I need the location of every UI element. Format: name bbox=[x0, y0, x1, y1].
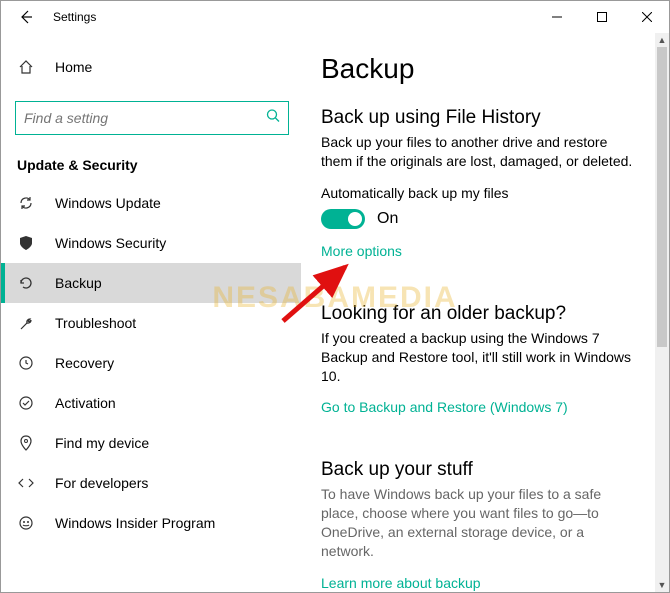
search-input[interactable] bbox=[24, 110, 258, 126]
sidebar-item-recovery[interactable]: Recovery bbox=[1, 343, 301, 383]
location-icon bbox=[17, 435, 35, 451]
sidebar-item-label: Backup bbox=[55, 275, 102, 291]
backup-stuff-heading: Back up your stuff bbox=[321, 459, 639, 481]
older-backup-desc: If you created a backup using the Window… bbox=[321, 329, 639, 386]
backup-icon bbox=[17, 275, 35, 291]
sidebar-item-for-developers[interactable]: For developers bbox=[1, 463, 301, 503]
back-button[interactable] bbox=[15, 9, 37, 25]
main-content: Backup Back up using File History Back u… bbox=[301, 33, 669, 592]
older-backup-link[interactable]: Go to Backup and Restore (Windows 7) bbox=[321, 399, 568, 415]
home-icon bbox=[17, 59, 35, 75]
sidebar-section-header: Update & Security bbox=[1, 145, 301, 183]
vertical-scrollbar[interactable]: ▲ ▼ bbox=[655, 33, 669, 592]
sidebar-item-windows-update[interactable]: Windows Update bbox=[1, 183, 301, 223]
scroll-thumb[interactable] bbox=[657, 47, 667, 347]
toggle-state-label: On bbox=[377, 210, 398, 228]
backup-stuff-desc: To have Windows back up your files to a … bbox=[321, 485, 639, 561]
shield-icon bbox=[17, 235, 35, 251]
scroll-up-arrow[interactable]: ▲ bbox=[655, 33, 669, 47]
file-history-desc: Back up your files to another drive and … bbox=[321, 133, 639, 171]
search-icon bbox=[266, 109, 280, 128]
more-options-link[interactable]: More options bbox=[321, 243, 402, 259]
older-backup-heading: Looking for an older backup? bbox=[321, 303, 639, 325]
minimize-button[interactable] bbox=[534, 1, 579, 33]
search-box[interactable] bbox=[15, 101, 289, 135]
recovery-icon bbox=[17, 355, 35, 371]
sidebar-item-label: For developers bbox=[55, 475, 148, 491]
sidebar-home[interactable]: Home bbox=[1, 47, 301, 87]
auto-backup-toggle[interactable] bbox=[321, 209, 365, 229]
sidebar-item-windows-security[interactable]: Windows Security bbox=[1, 223, 301, 263]
scroll-down-arrow[interactable]: ▼ bbox=[655, 578, 669, 592]
page-title: Backup bbox=[321, 53, 639, 85]
sidebar-home-label: Home bbox=[55, 59, 92, 75]
sidebar: Home Update & Security Windows Update Wi… bbox=[1, 33, 301, 592]
sidebar-item-label: Activation bbox=[55, 395, 116, 411]
sidebar-item-label: Windows Update bbox=[55, 195, 161, 211]
sync-icon bbox=[17, 195, 35, 211]
sidebar-item-insider-program[interactable]: Windows Insider Program bbox=[1, 503, 301, 543]
sidebar-item-find-my-device[interactable]: Find my device bbox=[1, 423, 301, 463]
check-circle-icon bbox=[17, 395, 35, 411]
auto-backup-label: Automatically back up my files bbox=[321, 185, 639, 201]
sidebar-item-label: Windows Security bbox=[55, 235, 166, 251]
sidebar-item-troubleshoot[interactable]: Troubleshoot bbox=[1, 303, 301, 343]
insider-icon bbox=[17, 515, 35, 531]
sidebar-item-label: Recovery bbox=[55, 355, 114, 371]
window-title: Settings bbox=[53, 10, 96, 24]
code-icon bbox=[17, 475, 35, 491]
close-button[interactable] bbox=[624, 1, 669, 33]
sidebar-item-label: Windows Insider Program bbox=[55, 515, 215, 531]
learn-more-link[interactable]: Learn more about backup bbox=[321, 575, 481, 591]
sidebar-item-label: Troubleshoot bbox=[55, 315, 136, 331]
maximize-button[interactable] bbox=[579, 1, 624, 33]
file-history-heading: Back up using File History bbox=[321, 107, 639, 129]
sidebar-item-label: Find my device bbox=[55, 435, 149, 451]
sidebar-item-activation[interactable]: Activation bbox=[1, 383, 301, 423]
wrench-icon bbox=[17, 315, 35, 331]
sidebar-item-backup[interactable]: Backup bbox=[1, 263, 301, 303]
